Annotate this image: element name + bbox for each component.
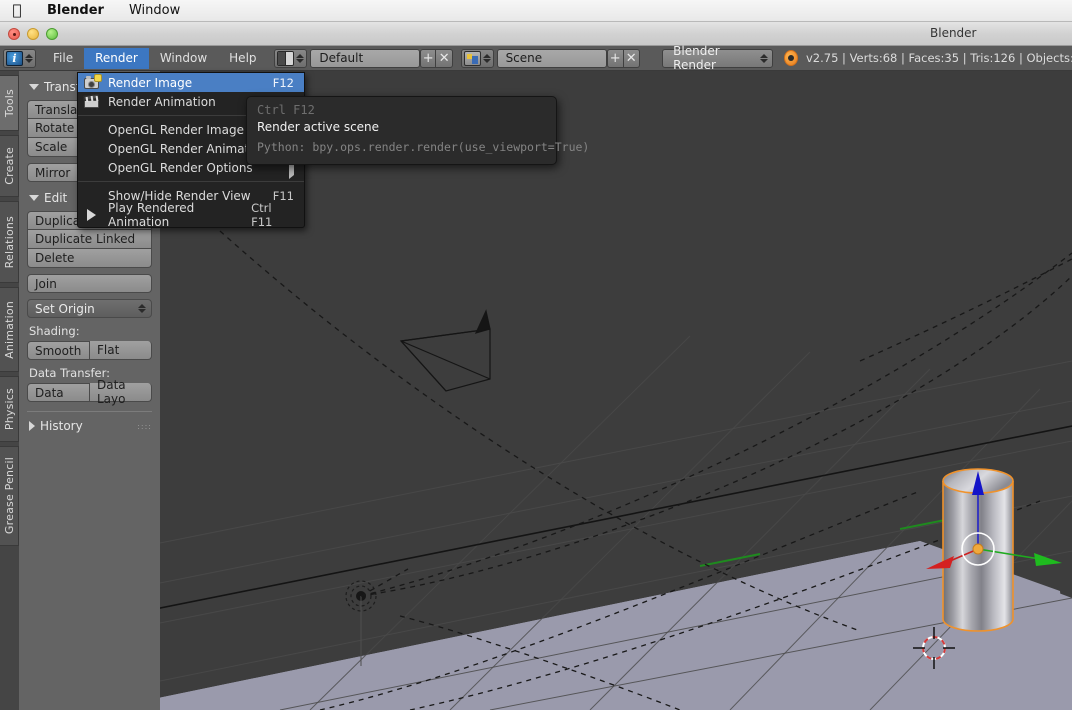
tool-tab-label: Relations bbox=[2, 215, 16, 269]
menu-item-label: OpenGL Render Image bbox=[108, 122, 244, 137]
delete-scene-button[interactable]: ✕ bbox=[623, 48, 640, 68]
blender-window:  Blender Window Blender i File Render W… bbox=[0, 0, 1072, 710]
menu-render[interactable]: Render bbox=[84, 47, 149, 69]
tool-tab-label: Animation bbox=[2, 300, 16, 359]
data-button[interactable]: Data bbox=[27, 383, 90, 402]
data-transfer-button-group: Data Data Layo bbox=[27, 378, 152, 406]
shade-smooth-button[interactable]: Smooth bbox=[27, 341, 90, 360]
spinner-icon bbox=[482, 53, 491, 63]
tooltip: Ctrl F12 Render active scene Python: bpy… bbox=[246, 96, 589, 165]
scene-icon bbox=[463, 50, 481, 66]
edit-panel-title: Edit bbox=[44, 191, 68, 205]
menu-item-label: OpenGL Render Options bbox=[108, 160, 253, 175]
scene-browse-selector[interactable] bbox=[460, 48, 494, 68]
zoom-button[interactable] bbox=[46, 28, 58, 40]
tooltip-python: Python: bpy.ops.render.render(use_viewpo… bbox=[257, 139, 589, 156]
scene-statistics: v2.75 | Verts:68 | Faces:35 | Tris:126 |… bbox=[805, 51, 1072, 65]
window-title: Blender bbox=[930, 26, 977, 40]
set-origin-group: Set Origin bbox=[27, 299, 152, 318]
editor-type-selector[interactable]: i bbox=[3, 48, 36, 68]
menu-item-shortcut: Ctrl F11 bbox=[251, 200, 273, 229]
screen-layout-selector[interactable] bbox=[274, 48, 308, 68]
tooltip-python-call: bpy.ops.render.render(use_viewport=True) bbox=[312, 140, 590, 154]
camera-object[interactable] bbox=[399, 309, 491, 392]
menu-window[interactable]: Window bbox=[149, 48, 218, 69]
spinner-icon bbox=[25, 53, 33, 63]
tool-tab-label: Grease Pencil bbox=[2, 457, 16, 535]
tool-tab-label: Tools bbox=[2, 88, 16, 118]
history-panel-title: History bbox=[40, 419, 83, 433]
tool-tab-label: Physics bbox=[2, 387, 16, 431]
tooltip-python-label: Python: bbox=[257, 140, 306, 154]
join-button-group: Join bbox=[27, 274, 152, 293]
minimize-button[interactable] bbox=[27, 28, 39, 40]
spinner-icon bbox=[760, 53, 769, 63]
shading-button-group: Smooth Flat bbox=[27, 341, 152, 360]
grip-dots-icon[interactable]: :::: bbox=[137, 422, 152, 431]
tool-tab-label: Create bbox=[2, 147, 16, 185]
chevron-down-icon bbox=[29, 195, 39, 201]
delete-button[interactable]: Delete bbox=[27, 249, 152, 268]
join-button[interactable]: Join bbox=[27, 274, 152, 293]
menu-item-shortcut: F12 bbox=[272, 75, 294, 90]
duplicate-linked-button[interactable]: Duplicate Linked bbox=[27, 230, 152, 249]
menu-item-label: Render Animation bbox=[108, 94, 216, 109]
scene-name[interactable]: Scene bbox=[496, 48, 607, 68]
camera-render-icon bbox=[83, 74, 102, 91]
tool-tab-strip: Tools Create Relations Animation Physics… bbox=[0, 71, 19, 710]
history-panel-header[interactable]: History :::: bbox=[29, 419, 152, 433]
panel-divider bbox=[27, 411, 152, 412]
tooltip-description: Render active scene bbox=[257, 120, 380, 134]
info-editor-icon: i bbox=[6, 50, 23, 66]
set-origin-label: Set Origin bbox=[35, 301, 95, 316]
menu-item-label: OpenGL Render Animation bbox=[108, 141, 268, 156]
menu-help[interactable]: Help bbox=[218, 48, 267, 69]
apple-logo-icon[interactable]:  bbox=[0, 3, 34, 18]
shade-flat-button[interactable]: Flat bbox=[90, 341, 152, 360]
render-engine-label: Blender Render bbox=[673, 44, 720, 72]
play-icon bbox=[87, 209, 96, 221]
menu-item-label: Render Image bbox=[108, 75, 193, 90]
tooltip-shortcut: Ctrl F12 bbox=[257, 103, 315, 117]
tool-tab-create[interactable]: Create bbox=[0, 135, 19, 197]
os-app-name[interactable]: Blender bbox=[34, 3, 117, 18]
clapperboard-icon bbox=[83, 93, 101, 110]
os-menu-window[interactable]: Window bbox=[117, 3, 192, 18]
window-controls bbox=[8, 28, 58, 40]
spinner-icon bbox=[296, 53, 305, 63]
set-origin-dropdown[interactable]: Set Origin bbox=[27, 299, 152, 318]
tool-tab-physics[interactable]: Physics bbox=[0, 376, 19, 442]
menu-item-label: Play Rendered Animation bbox=[108, 200, 195, 229]
spinner-icon bbox=[138, 304, 146, 313]
chevron-down-icon bbox=[29, 84, 39, 90]
tool-tab-grease-pencil[interactable]: Grease Pencil bbox=[0, 446, 19, 546]
data-layout-button[interactable]: Data Layo bbox=[90, 378, 152, 406]
tool-tab-tools[interactable]: Tools bbox=[0, 75, 19, 131]
shading-label: Shading: bbox=[29, 324, 80, 338]
menu-item-render-image[interactable]: Render Image F12 bbox=[78, 73, 304, 92]
chevron-right-icon bbox=[29, 421, 35, 431]
window-titlebar: Blender bbox=[0, 22, 1072, 46]
add-screen-layout-button[interactable]: + bbox=[419, 48, 437, 68]
menu-separator bbox=[78, 181, 304, 182]
os-menubar:  Blender Window bbox=[0, 0, 1072, 22]
tool-tab-relations[interactable]: Relations bbox=[0, 201, 19, 283]
blender-logo-icon bbox=[784, 50, 799, 66]
blender-top-header: i File Render Window Help Default + ✕ Sc… bbox=[0, 44, 1072, 72]
screen-layout-icon bbox=[277, 50, 295, 66]
close-button[interactable] bbox=[8, 28, 20, 40]
menu-file[interactable]: File bbox=[42, 48, 84, 69]
tool-tab-animation[interactable]: Animation bbox=[0, 287, 19, 372]
delete-screen-layout-button[interactable]: ✕ bbox=[436, 48, 453, 68]
add-scene-button[interactable]: + bbox=[606, 48, 624, 68]
screen-layout-name[interactable]: Default bbox=[310, 48, 420, 68]
menu-item-play-rendered-animation[interactable]: Play Rendered Animation Ctrl F11 bbox=[78, 201, 304, 229]
render-engine-selector[interactable]: Blender Render bbox=[662, 44, 774, 72]
